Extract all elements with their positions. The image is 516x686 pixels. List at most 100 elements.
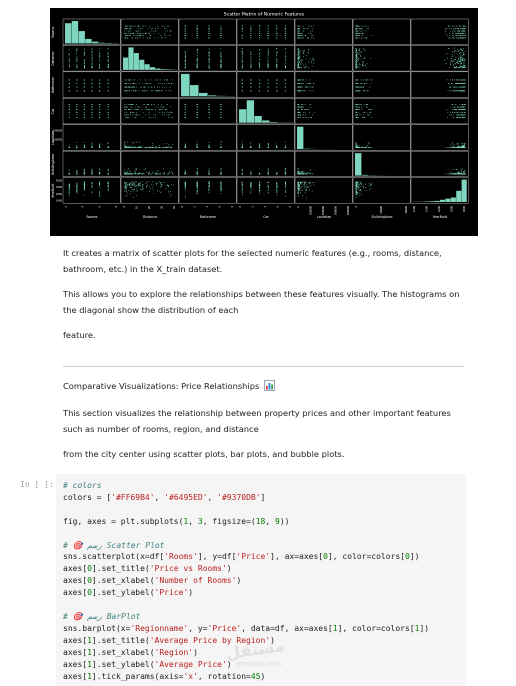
scatter-point	[311, 173, 313, 175]
scatter-point	[355, 86, 357, 88]
scatter-point	[308, 32, 309, 34]
histogram-bar	[239, 109, 247, 123]
scatter-point	[155, 173, 157, 175]
scatter-point	[127, 168, 129, 170]
scatter-point	[453, 28, 455, 30]
scatter-point	[208, 171, 210, 173]
scatter-point	[134, 83, 135, 84]
scatter-point	[196, 60, 198, 62]
scatter-point	[259, 64, 261, 66]
scatter-point	[297, 51, 299, 53]
scatter-point	[364, 83, 366, 84]
scatter-point	[358, 111, 360, 113]
scatter-point	[452, 30, 454, 32]
scatter-point	[300, 66, 302, 68]
scatter-point	[456, 114, 458, 116]
scatter-point	[310, 169, 311, 171]
scatter-point	[138, 25, 140, 27]
scatter-point	[453, 147, 455, 148]
scatter-point	[129, 147, 131, 148]
scatter-point	[284, 62, 286, 63]
scatter-point	[132, 86, 134, 88]
scatter-point	[148, 32, 150, 34]
scatter-point	[297, 106, 299, 108]
scatter-point	[196, 52, 198, 54]
scatter-point	[124, 79, 126, 81]
scatter-point	[447, 111, 449, 113]
scatter-point	[196, 141, 198, 143]
scatter-point	[107, 103, 109, 105]
scatter-point	[76, 57, 78, 59]
cell-frame	[352, 45, 411, 72]
scatter-point	[241, 168, 243, 170]
scatter-point	[464, 67, 466, 68]
scatter-point	[130, 83, 132, 84]
scatter-point	[364, 25, 366, 27]
scatter-point	[149, 117, 151, 118]
scatter-point	[284, 67, 286, 69]
scatter-point	[297, 83, 299, 84]
scatter-point	[303, 55, 304, 57]
scatter-point	[456, 35, 458, 37]
scatter-point	[460, 67, 462, 68]
scatter-point	[453, 90, 455, 92]
scatter-point	[99, 65, 101, 67]
scatter-point	[167, 147, 169, 148]
scatter-point	[276, 79, 278, 81]
scatter-point	[276, 51, 278, 53]
scatter-point	[208, 67, 210, 69]
scatter-point	[298, 79, 300, 81]
scatter-point	[464, 79, 466, 81]
scatter-point	[461, 61, 463, 63]
scatter-point	[360, 56, 362, 58]
scatter-matrix-cell	[178, 18, 237, 45]
scatter-point	[166, 79, 168, 81]
scatter-point	[127, 173, 129, 175]
scatter-point	[126, 103, 128, 105]
scatter-point	[310, 83, 312, 84]
scatter-matrix-cell	[294, 45, 353, 72]
scatter-point	[370, 83, 372, 84]
scatter-point	[310, 32, 312, 34]
scatter-point	[138, 147, 140, 148]
scatter-point	[136, 141, 138, 143]
scatter-point	[462, 147, 464, 148]
scatter-point	[302, 117, 304, 118]
scatter-point	[356, 86, 358, 88]
scatter-point	[458, 83, 459, 84]
scatter-point	[463, 57, 465, 59]
scatter-point	[297, 53, 299, 55]
scatter-point	[297, 50, 299, 52]
scatter-point	[298, 66, 300, 68]
scatter-matrix-cell	[410, 18, 469, 45]
scatter-point	[134, 37, 136, 39]
scatter-point	[299, 63, 301, 65]
scatter-point	[158, 32, 160, 34]
scatter-point	[150, 117, 152, 118]
scatter-point	[84, 114, 85, 116]
scatter-point	[84, 171, 85, 173]
scatter-point	[305, 66, 307, 67]
scatter-point	[449, 67, 451, 68]
cell-frame	[294, 18, 353, 45]
scatter-point	[76, 114, 78, 116]
scatter-point	[297, 57, 299, 59]
scatter-point	[141, 109, 143, 111]
scatter-point	[299, 32, 301, 34]
scatter-point	[297, 103, 299, 105]
scatter-point	[149, 25, 151, 27]
scatter-point	[91, 106, 93, 108]
scatter-point	[369, 109, 371, 111]
scatter-point	[220, 61, 222, 63]
scatter-point	[76, 109, 78, 111]
scatter-point	[241, 146, 243, 148]
scatter-point	[460, 66, 462, 68]
scatter-point	[448, 48, 450, 50]
scatter-point	[196, 55, 198, 56]
histogram-bar	[190, 85, 199, 97]
scatter-point	[297, 169, 299, 171]
scatter-point	[450, 86, 452, 88]
scatter-matrix-cell	[178, 71, 237, 98]
scatter-point	[171, 172, 173, 174]
scatter-point	[149, 37, 150, 39]
